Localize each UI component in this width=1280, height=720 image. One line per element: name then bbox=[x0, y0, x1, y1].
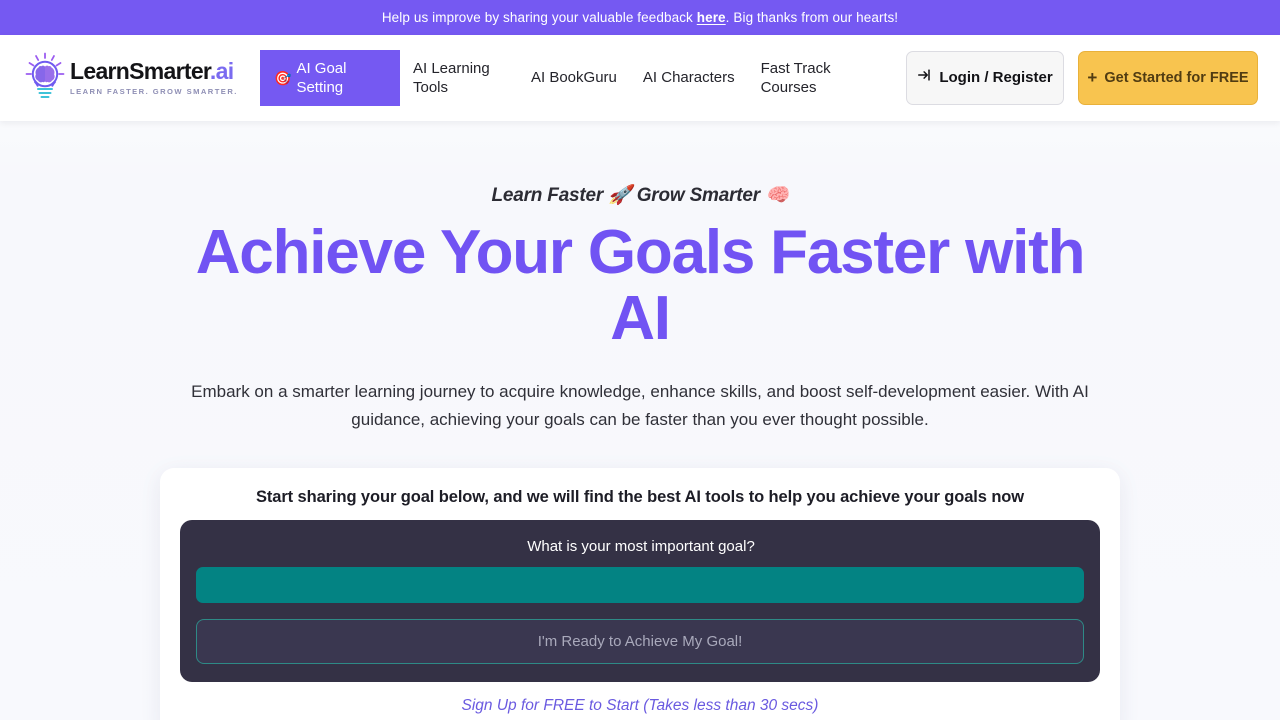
get-started-button[interactable]: + Get Started for FREE bbox=[1078, 51, 1258, 105]
sign-in-icon bbox=[917, 67, 933, 89]
logo-name-suffix: .ai bbox=[209, 58, 234, 85]
nav-label: AI Learning Tools bbox=[413, 59, 490, 97]
nav-item-ai-bookguru[interactable]: AI BookGuru bbox=[518, 50, 630, 106]
goal-card: Start sharing your goal below, and we wi… bbox=[160, 468, 1120, 720]
submit-goal-button[interactable]: I'm Ready to Achieve My Goal! bbox=[196, 619, 1084, 664]
nav-item-fast-track-courses[interactable]: Fast Track Courses bbox=[748, 50, 866, 106]
feedback-banner: Help us improve by sharing your valuable… bbox=[0, 0, 1280, 35]
logo-wordmark: LearnSmarter.ai LEARN FASTER. GROW SMART… bbox=[70, 60, 238, 96]
logo-name: LearnSmarter.ai bbox=[70, 60, 238, 83]
site-header: LearnSmarter.ai LEARN FASTER. GROW SMART… bbox=[0, 35, 1280, 121]
logo-tagline: LEARN FASTER. GROW SMARTER. bbox=[70, 87, 238, 97]
hero-subhead: Embark on a smarter learning journey to … bbox=[191, 382, 1089, 429]
banner-text-after: . Big thanks from our hearts! bbox=[725, 10, 899, 25]
nav-item-ai-learning-tools[interactable]: AI Learning Tools bbox=[400, 50, 518, 106]
banner-text-before: Help us improve by sharing your valuable… bbox=[381, 10, 697, 25]
nav-label: AI Goal Setting bbox=[296, 59, 347, 97]
target-icon: 🎯 bbox=[274, 69, 292, 86]
main-nav: 🎯 AI Goal Setting AI Learning Tools AI B… bbox=[260, 50, 906, 106]
login-register-button[interactable]: Login / Register bbox=[906, 51, 1064, 105]
goal-card-title: Start sharing your goal below, and we wi… bbox=[255, 488, 1025, 506]
login-register-label: Login / Register bbox=[939, 68, 1053, 86]
nav-label: Fast Track Courses bbox=[760, 59, 831, 97]
hero-section: Learn Faster 🚀 Grow Smarter 🧠 Achieve Yo… bbox=[0, 121, 1280, 720]
nav-item-ai-characters[interactable]: AI Characters bbox=[630, 50, 748, 106]
page-title: Achieve Your Goals Faster with AI bbox=[195, 218, 1086, 353]
nav-label: AI Characters bbox=[642, 69, 735, 87]
logo-name-primary: LearnSmarter bbox=[70, 58, 211, 85]
goal-form-panel: What is your most important goal? I'm Re… bbox=[180, 520, 1100, 682]
feedback-banner-text: Help us improve by sharing your valuable… bbox=[382, 10, 898, 25]
site-logo[interactable]: LearnSmarter.ai LEARN FASTER. GROW SMART… bbox=[20, 52, 248, 104]
lightbulb-brain-logo-icon bbox=[24, 52, 66, 104]
nav-label: AI BookGuru bbox=[531, 69, 617, 87]
signup-free-link[interactable]: Sign Up for FREE to Start (Takes less th… bbox=[180, 697, 1100, 715]
nav-item-ai-goal-setting[interactable]: 🎯 AI Goal Setting bbox=[260, 50, 400, 106]
goal-input[interactable] bbox=[196, 567, 1084, 603]
hero-eyebrow: Learn Faster 🚀 Grow Smarter 🧠 bbox=[491, 185, 789, 206]
get-started-label: Get Started for FREE bbox=[1104, 69, 1249, 86]
plus-icon: + bbox=[1087, 68, 1098, 88]
goal-question-label: What is your most important goal? bbox=[527, 538, 755, 555]
feedback-here-link[interactable]: here bbox=[697, 10, 726, 25]
header-actions: Login / Register + Get Started for FREE bbox=[906, 51, 1258, 105]
